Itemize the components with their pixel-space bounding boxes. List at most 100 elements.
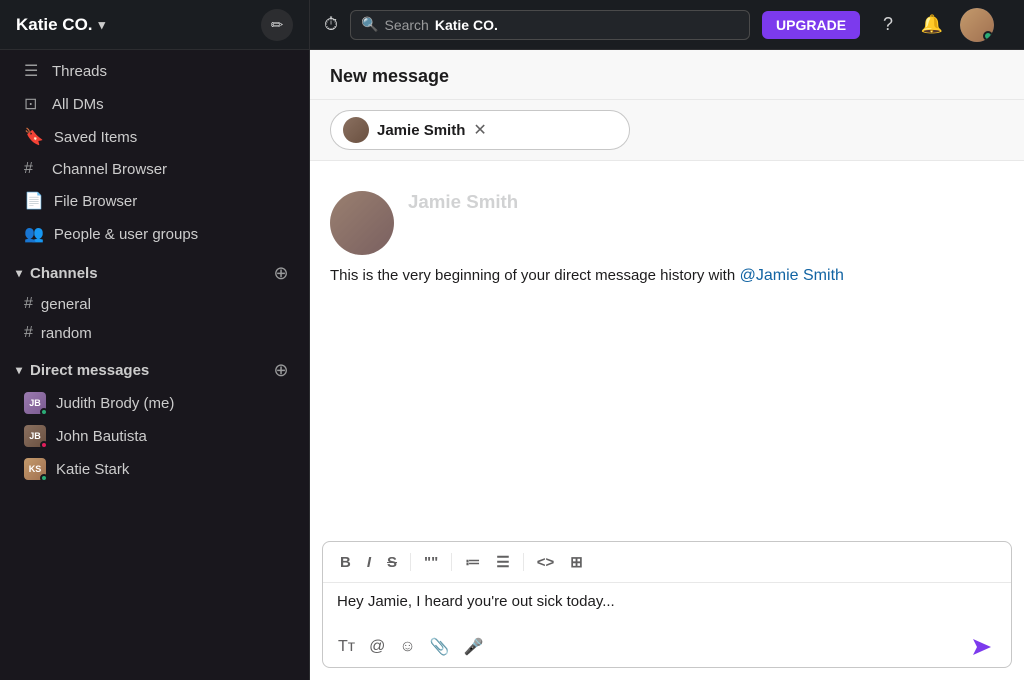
sender-avatar [330, 191, 394, 255]
dm-initials: JB [29, 431, 41, 441]
workspace-chevron-icon: ▾ [99, 17, 106, 33]
dm-name: Katie Stark [56, 461, 129, 478]
recipient-chip: Jamie Smith ✕ [330, 110, 630, 150]
add-channel-button[interactable]: ⊕ [269, 261, 293, 285]
bold-button[interactable]: B [335, 551, 356, 574]
presence-dot [40, 441, 48, 449]
content-header: New message [310, 50, 1024, 100]
threads-icon: ☰ [24, 61, 42, 81]
attach-button[interactable]: 📎 [425, 633, 455, 661]
text-format-button[interactable]: Tт [333, 634, 360, 660]
recipient-avatar [343, 117, 369, 143]
sidebar-item-label: Channel Browser [52, 161, 167, 178]
remove-recipient-button[interactable]: ✕ [473, 120, 486, 140]
channel-item-general[interactable]: # general [8, 290, 301, 318]
message-input[interactable]: Hey Jamie, I heard you're out sick today… [323, 583, 1011, 627]
dm-item-katie[interactable]: KS Katie Stark [8, 453, 301, 485]
sidebar-item-label: All DMs [52, 96, 104, 113]
sidebar: ☰ Threads ⊡ All DMs 🔖 Saved Items # Chan… [0, 50, 310, 680]
search-icon: 🔍 [361, 16, 378, 33]
dm-avatar-judith: JB [24, 392, 46, 414]
main-header: ⏱ 🔍 Search Katie CO. UPGRADE ? 🔔 [310, 8, 1024, 42]
channel-name: random [41, 325, 92, 342]
workspace-name-text: Katie CO. [16, 15, 93, 35]
all-dms-icon: ⊡ [24, 94, 42, 114]
upgrade-button[interactable]: UPGRADE [762, 11, 860, 39]
message-area: Jamie Smith This is the very beginning o… [310, 161, 1024, 541]
input-bottom-bar: Tт @ ☺ 📎 🎤 [323, 627, 1011, 667]
sidebar-item-people[interactable]: 👥 People & user groups [8, 218, 301, 250]
dm-section-header[interactable]: ▾ Direct messages ⊕ [0, 348, 309, 386]
sidebar-item-saved-items[interactable]: 🔖 Saved Items [8, 121, 301, 153]
message-input-container: B I S "" ≔ ☰ <> ⊞ Hey Jami [322, 541, 1012, 668]
emoji-button[interactable]: ☺ [394, 634, 420, 660]
audio-button[interactable]: 🎤 [459, 633, 489, 661]
bullet-list-button[interactable]: ☰ [491, 550, 514, 574]
history-text-block: This is the very beginning of your direc… [330, 267, 1004, 285]
page-title: New message [330, 66, 1004, 87]
saved-items-icon: 🔖 [24, 127, 44, 147]
channels-chevron-icon: ▾ [16, 266, 22, 280]
toolbar-divider-2 [451, 553, 452, 571]
sidebar-item-label: Threads [52, 63, 107, 80]
dm-name: John Bautista [56, 428, 147, 445]
sidebar-item-threads[interactable]: ☰ Threads [8, 55, 301, 87]
sidebar-item-file-browser[interactable]: 📄 File Browser [8, 185, 301, 217]
help-button[interactable]: ? [872, 9, 904, 41]
sidebar-item-label: File Browser [54, 193, 137, 210]
input-toolbar: B I S "" ≔ ☰ <> ⊞ [323, 542, 1011, 583]
mention-button[interactable]: @ [364, 634, 390, 660]
toolbar-divider-3 [523, 553, 524, 571]
file-browser-icon: 📄 [24, 191, 44, 211]
mention-link[interactable]: @Jamie Smith [740, 267, 844, 284]
send-icon [971, 637, 993, 657]
dm-chevron-icon: ▾ [16, 363, 22, 377]
status-dot [983, 31, 993, 41]
channels-header-label: Channels [30, 265, 98, 282]
notifications-button[interactable]: 🔔 [916, 9, 948, 41]
bottom-tools: Tт @ ☺ 📎 🎤 [333, 633, 489, 661]
add-dm-button[interactable]: ⊕ [269, 358, 293, 382]
history-icon: ⏱ [324, 14, 338, 35]
presence-dot [40, 408, 48, 416]
strikethrough-button[interactable]: S [382, 551, 402, 574]
sidebar-item-all-dms[interactable]: ⊡ All DMs [8, 88, 301, 120]
sidebar-item-label: People & user groups [54, 226, 198, 243]
sender-name: Jamie Smith [408, 191, 518, 213]
workspace-header: Katie CO. ▾ ✏ [0, 0, 310, 49]
italic-button[interactable]: I [362, 551, 376, 574]
quote-button[interactable]: "" [419, 551, 443, 574]
sidebar-item-channel-browser[interactable]: # Channel Browser [8, 154, 301, 184]
channel-name: general [41, 296, 91, 313]
recipient-bar: Jamie Smith ✕ [310, 100, 1024, 161]
send-button[interactable] [963, 633, 1001, 661]
search-workspace: Katie CO. [435, 17, 498, 33]
sidebar-item-label: Saved Items [54, 129, 137, 146]
history-button[interactable]: ⏱ [324, 14, 338, 35]
workspace-name[interactable]: Katie CO. ▾ [16, 15, 105, 35]
dm-initials: KS [29, 464, 42, 474]
search-bar[interactable]: 🔍 Search Katie CO. [350, 10, 750, 40]
user-avatar[interactable] [960, 8, 994, 42]
channels-section-header[interactable]: ▾ Channels ⊕ [0, 251, 309, 289]
channel-browser-icon: # [24, 160, 42, 178]
ordered-list-button[interactable]: ≔ [460, 550, 485, 574]
edit-button[interactable]: ✏ [261, 9, 293, 41]
content-area: New message Jamie Smith ✕ Jamie Smith Th… [310, 50, 1024, 680]
dm-avatar-katie: KS [24, 458, 46, 480]
code-block-button[interactable]: ⊞ [565, 550, 588, 574]
hash-icon: # [24, 324, 33, 342]
recipient-name: Jamie Smith [377, 122, 465, 139]
search-label: Search [384, 17, 428, 33]
dm-name: Judith Brody (me) [56, 395, 174, 412]
sender-profile: Jamie Smith [330, 191, 1004, 255]
dm-avatar-john: JB [24, 425, 46, 447]
dm-item-judith[interactable]: JB Judith Brody (me) [8, 387, 301, 419]
hash-icon: # [24, 295, 33, 313]
dm-initials: JB [29, 398, 41, 408]
inline-code-button[interactable]: <> [532, 551, 560, 574]
channel-item-random[interactable]: # random [8, 319, 301, 347]
toolbar-divider [410, 553, 411, 571]
presence-dot [40, 474, 48, 482]
dm-item-john[interactable]: JB John Bautista [8, 420, 301, 452]
